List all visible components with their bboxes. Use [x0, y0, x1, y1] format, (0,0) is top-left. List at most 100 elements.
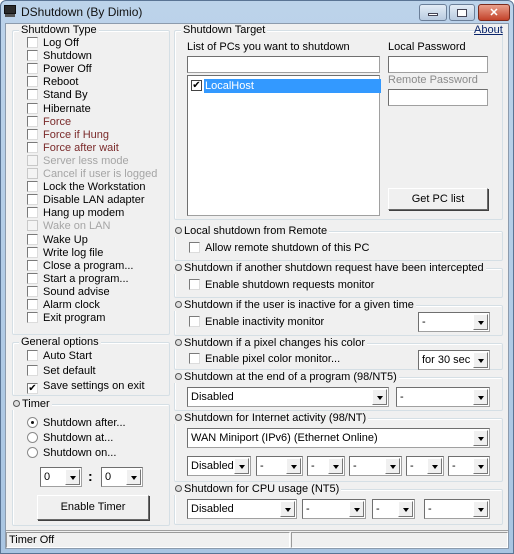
timer-minutes-combo[interactable]: 0 — [101, 467, 143, 487]
checkbox-box — [27, 220, 38, 232]
shutdown-type-checkbox[interactable]: Power Off — [27, 63, 92, 76]
chevron-down-icon[interactable] — [372, 389, 387, 405]
close-button[interactable]: ✕ — [478, 4, 510, 21]
shutdown-type-checkbox[interactable]: Stand By — [27, 89, 88, 102]
program-option-combo[interactable]: - — [396, 387, 490, 407]
local-password-input[interactable] — [388, 56, 488, 73]
shutdown-type-checkbox[interactable]: Reboot — [27, 76, 78, 89]
internet-mode-combo[interactable]: Disabled — [187, 456, 251, 476]
inactive-label: Shutdown if the user is inactive for a g… — [173, 299, 416, 311]
chevron-down-icon[interactable] — [473, 458, 488, 474]
timer-label: Timer — [11, 398, 52, 410]
chevron-down-icon[interactable] — [473, 352, 488, 368]
shutdown-type-checkbox[interactable]: Force — [27, 115, 71, 129]
timer-hours-combo[interactable]: 0 — [40, 467, 82, 487]
radio-dot-icon — [175, 301, 182, 308]
checkbox-box — [189, 316, 200, 327]
requests-monitor-checkbox[interactable]: Enable shutdown requests monitor — [189, 279, 374, 292]
cpu-mode-combo[interactable]: Disabled — [187, 499, 297, 519]
chevron-down-icon[interactable] — [473, 389, 488, 405]
checkbox-box — [27, 141, 38, 153]
internet-param-combo[interactable]: - — [448, 456, 490, 476]
timer-separator: : — [88, 468, 93, 484]
shutdown-type-checkbox[interactable]: Exit program — [27, 312, 105, 325]
cpu-group: Shutdown for CPU usage (NT5) Disabled - … — [173, 483, 503, 525]
enable-timer-button[interactable]: Enable Timer — [37, 495, 149, 520]
pc-name-input[interactable] — [187, 56, 380, 73]
internet-group: Shutdown for Internet activity (98/NT) W… — [173, 412, 503, 482]
chevron-down-icon[interactable] — [398, 501, 413, 517]
shutdown-type-checkbox[interactable]: Log Off — [27, 37, 79, 50]
internet-param-combo[interactable]: - — [256, 456, 303, 476]
pc-list[interactable]: ✔ LocalHost — [187, 75, 381, 216]
checkbox-box — [27, 50, 38, 62]
status-bar: Timer Off — [6, 530, 508, 548]
shutdown-type-checkbox[interactable]: Shutdown — [27, 50, 92, 63]
get-pc-list-button[interactable]: Get PC list — [388, 188, 488, 210]
chevron-down-icon[interactable] — [473, 501, 488, 517]
checkbox-box — [27, 259, 38, 271]
cpu-param-combo[interactable]: - — [424, 499, 490, 519]
inactive-group: Shutdown if the user is inactive for a g… — [173, 299, 503, 336]
internet-param-combo[interactable]: - — [349, 456, 402, 476]
shutdown-type-checkbox[interactable]: Start a program... — [27, 272, 129, 286]
chevron-down-icon[interactable] — [65, 469, 80, 485]
radio-dot-icon — [175, 373, 182, 380]
network-adapter-combo[interactable]: WAN Miniport (IPv6) (Ethernet Online) — [187, 428, 490, 448]
allow-remote-checkbox[interactable]: Allow remote shutdown of this PC — [189, 242, 369, 255]
internet-param-combo[interactable]: - — [307, 456, 345, 476]
status-pane-2 — [291, 532, 508, 548]
shutdown-at-radio[interactable]: Shutdown at... — [27, 432, 113, 445]
pixel-duration-combo[interactable]: for 30 sec — [418, 350, 490, 370]
chevron-down-icon[interactable] — [473, 430, 488, 446]
local-remote-group: Local shutdown from Remote Allow remote … — [173, 225, 503, 261]
inactivity-monitor-checkbox[interactable]: Enable inactivity monitor — [189, 316, 324, 329]
shutdown-on-radio[interactable]: Shutdown on... — [27, 447, 116, 460]
inactivity-time-combo[interactable]: - — [418, 312, 490, 332]
shutdown-type-checkbox[interactable]: Lock the Workstation — [27, 181, 146, 194]
chevron-down-icon[interactable] — [427, 458, 442, 474]
internet-param-combo[interactable]: - — [406, 456, 444, 476]
shutdown-type-group: Shutdown Type Log Off Shutdown Power Off Re… — [12, 24, 170, 335]
shutdown-type-checkbox[interactable]: Wake Up — [27, 233, 88, 247]
auto-start-checkbox[interactable]: Auto Start — [27, 350, 92, 363]
shutdown-type-checkbox[interactable]: Disable LAN adapter — [27, 194, 145, 207]
checkbox-box — [189, 242, 200, 253]
chevron-down-icon[interactable] — [473, 314, 488, 330]
chevron-down-icon[interactable] — [286, 458, 301, 474]
checkmark-icon[interactable]: ✔ — [191, 80, 202, 91]
shutdown-type-checkbox[interactable]: Sound advise — [27, 285, 110, 299]
maximize-button[interactable] — [449, 4, 475, 21]
shutdown-type-checkbox[interactable]: Hibernate — [27, 102, 91, 116]
shutdown-type-checkbox[interactable]: Write log file — [27, 246, 103, 260]
chevron-down-icon[interactable] — [349, 501, 364, 517]
pixel-label: Shutdown if a pixel changes his color — [173, 337, 367, 349]
program-combo[interactable]: Disabled — [187, 387, 389, 407]
shutdown-type-checkbox[interactable]: Force if Hung — [27, 128, 109, 142]
checkbox-box — [27, 168, 38, 179]
end-program-label: Shutdown at the end of a program (98/NT5… — [173, 371, 399, 383]
shutdown-type-checkbox[interactable]: Alarm clock — [27, 299, 100, 312]
list-item[interactable]: ✔ LocalHost — [191, 79, 381, 93]
client-area: Shutdown Type Log Off Shutdown Power Off Re… — [5, 23, 509, 549]
minimize-button[interactable] — [419, 4, 447, 21]
chevron-down-icon[interactable] — [328, 458, 343, 474]
title-bar[interactable]: DShutdown (By Dimio) ✕ — [1, 1, 513, 23]
chevron-down-icon[interactable] — [234, 458, 249, 474]
chevron-down-icon[interactable] — [385, 458, 400, 474]
about-link[interactable]: About — [474, 24, 503, 36]
remote-password-input[interactable] — [388, 89, 488, 106]
chevron-down-icon[interactable] — [126, 469, 141, 485]
shutdown-type-checkbox[interactable]: Close a program... — [27, 259, 133, 273]
shutdown-type-checkbox[interactable]: Hang up modem — [27, 207, 124, 220]
pc-list-label: List of PCs you want to shutdown — [187, 41, 350, 53]
cpu-param-combo[interactable]: - — [372, 499, 415, 519]
set-default-checkbox[interactable]: Set default — [27, 365, 96, 378]
pixel-monitor-checkbox[interactable]: Enable pixel color monitor... — [189, 353, 340, 366]
cpu-param-combo[interactable]: - — [302, 499, 366, 519]
shutdown-type-checkbox[interactable]: Force after wait — [27, 141, 119, 155]
save-settings-checkbox[interactable]: ✔ Save settings on exit — [27, 380, 145, 394]
chevron-down-icon[interactable] — [280, 501, 295, 517]
radio-dot-icon — [175, 264, 182, 271]
shutdown-after-radio[interactable]: Shutdown after... — [27, 417, 126, 430]
